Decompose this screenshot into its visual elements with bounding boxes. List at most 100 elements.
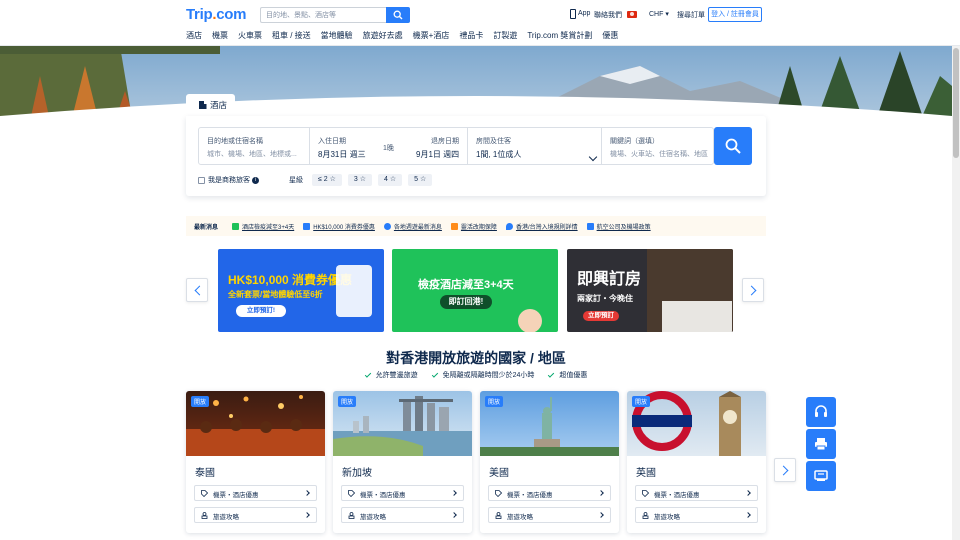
news-item[interactable]: 酒店檢疫減至3+4天 [232, 222, 294, 231]
banner-headline: HK$10,000 消費券優惠 [228, 273, 353, 287]
tab-car-rental[interactable]: 租車 / 接送 [342, 94, 415, 116]
destination-field[interactable]: 目的地或住宿名稱 城市、機場、地區、地標或... [199, 128, 309, 164]
nav-custom-trip[interactable]: 訂製遊 [493, 30, 517, 42]
tag-icon [201, 490, 208, 497]
destination-name: 新加坡 [342, 468, 372, 479]
tag-icon [495, 490, 502, 497]
news-item[interactable]: 航空公司及機場政策 [586, 222, 651, 231]
destination-card-uk[interactable]: 開放 英國 機票・酒店優惠 旅遊攻略 [627, 391, 766, 533]
banner-subline: 全新套票/當地體驗低至6折 [228, 290, 323, 299]
chevron-right-icon [451, 512, 457, 518]
news-item[interactable]: HK$10,000 消費券優惠 [303, 222, 375, 231]
banner-next-button[interactable] [742, 278, 764, 302]
tab-attractions[interactable]: 當地體驗 [415, 94, 481, 116]
tab-flights[interactable]: 機票 [235, 94, 284, 116]
nav-trains[interactable]: 火車票 [238, 30, 262, 42]
destination-card-singapore[interactable]: 開放 新加坡 機票・酒店優惠 旅遊攻略 [333, 391, 472, 533]
nav-flights[interactable]: 機票 [212, 30, 228, 42]
language-flag-icon[interactable] [627, 11, 637, 18]
chevron-right-icon [598, 490, 604, 496]
business-traveler-checkbox[interactable] [198, 176, 205, 184]
destination-label: 目的地或住宿名稱 [207, 138, 263, 145]
bed-image [662, 301, 732, 332]
feedback-button[interactable] [806, 461, 836, 491]
traveler-icon [495, 512, 502, 519]
perks-list: 允許雙邊旅遊 免隔離或隔離時間少於24小時 超值優惠 [0, 370, 952, 380]
rooms-guests-field[interactable]: 房間及住客 1間, 1位成人 [468, 128, 590, 164]
global-search-input[interactable] [260, 7, 386, 23]
currency-value: CHF [649, 11, 664, 18]
banner-prev-button[interactable] [186, 278, 208, 302]
rooms-value: 1間, 1位成人 [476, 150, 522, 159]
flight-hotel-deals-link[interactable]: 機票・酒店優惠 [194, 485, 317, 501]
orders-link[interactable]: 搜尋訂單 [677, 10, 705, 20]
plane-icon [247, 101, 257, 109]
nav-car-rental[interactable]: 租車 / 接送 [272, 30, 311, 42]
nav-rewards[interactable]: Trip.com 獎賞計劃 [527, 30, 592, 42]
nav-flight-hotel[interactable]: 機票+酒店 [413, 30, 450, 42]
open-badge: 開放 [191, 396, 210, 407]
checkin-label: 入住日期 [318, 138, 346, 145]
destination-card-thailand[interactable]: 開放 泰國 機票・酒店優惠 旅遊攻略 [186, 391, 325, 533]
scrollbar-thumb[interactable] [953, 48, 959, 158]
promo-banner-voucher[interactable]: HK$10,000 消費券優惠 全新套票/當地體驗低至6折 立即預訂! [218, 249, 384, 332]
star-filter-3[interactable]: 3 ☆ [347, 174, 373, 186]
phone-icon [570, 9, 576, 19]
customer-service-button[interactable] [806, 397, 836, 427]
date-field[interactable]: 入住日期 8月31日 週三 1晚 退房日期 9月1日 週四 [310, 128, 466, 164]
nav-hotels[interactable]: 酒店 [186, 30, 202, 42]
news-item[interactable]: 各地週遊最新消息 [383, 222, 442, 231]
app-link[interactable]: App [578, 10, 590, 17]
destination-card-usa[interactable]: 開放 美國 機票・酒店優惠 旅遊攻略 [480, 391, 619, 533]
print-button[interactable] [806, 429, 836, 459]
chevron-right-icon [598, 512, 604, 518]
travel-guide-link[interactable]: 旅遊攻略 [194, 507, 317, 523]
flight-hotel-deals-link[interactable]: 機票・酒店優惠 [488, 485, 611, 501]
location-pin-icon [505, 222, 513, 230]
chevron-right-icon [745, 512, 751, 518]
travel-guide-link[interactable]: 旅遊攻略 [635, 507, 758, 523]
section-title: 對香港開放旅遊的國家 / 地區 [386, 350, 566, 366]
chevron-right-icon [745, 490, 751, 496]
destinations-next-button[interactable] [774, 458, 796, 482]
global-search-button[interactable] [386, 7, 410, 23]
tab-flight-hotel[interactable]: 機票+酒店 [481, 94, 552, 116]
rooms-label: 房間及住客 [476, 138, 511, 145]
travel-guide-link[interactable]: 旅遊攻略 [488, 507, 611, 523]
travel-guide-link[interactable]: 旅遊攻略 [341, 507, 464, 523]
search-options: 我是商務旅客 i 星級 ≤ 2 ☆ 3 ☆ 4 ☆ 5 ☆ [198, 173, 438, 187]
login-button[interactable]: 登入 / 註冊會員 [708, 7, 762, 22]
tab-hotels[interactable]: 酒店 [186, 94, 236, 116]
news-item[interactable]: 香港/台灣入境規則詳情 [505, 222, 578, 231]
nav-deals[interactable]: 優惠 [602, 30, 618, 42]
news-bar: 最新消息 酒店檢疫減至3+4天 HK$10,000 消費券優惠 各地週遊最新消息… [186, 216, 766, 236]
chevron-down-icon[interactable] [588, 152, 598, 162]
nav-trip-ideas[interactable]: 旅遊好去處 [363, 30, 403, 42]
news-item[interactable]: 靈活改期保障 [450, 222, 497, 231]
traveler-illustration [518, 309, 542, 332]
promo-banner-staycation[interactable]: 即興訂房 兩家訂・今晚住 立即預訂 [567, 249, 733, 332]
chevron-left-icon [194, 285, 205, 296]
heart-icon [450, 222, 458, 230]
info-icon[interactable]: i [252, 176, 259, 184]
headset-icon [815, 405, 827, 417]
star-filter-4[interactable]: 4 ☆ [378, 174, 403, 186]
currency-select[interactable]: CHF ▾ [649, 10, 669, 18]
destination-name: 英國 [636, 468, 656, 479]
nav-attractions[interactable]: 當地體驗 [321, 30, 353, 42]
banner-headline: 即興訂房 [577, 271, 642, 288]
open-badge: 開放 [632, 396, 651, 407]
promo-banner-quarantine[interactable]: 檢疫酒店減至3+4天 即訂回港! [392, 249, 558, 332]
flight-hotel-deals-link[interactable]: 機票・酒店優惠 [341, 485, 464, 501]
tab-trains[interactable]: 火車票 [284, 94, 342, 116]
chevron-right-icon [304, 512, 310, 518]
contact-link[interactable]: 聯絡我們 [594, 10, 622, 20]
star-filter-5[interactable]: 5 ☆ [408, 174, 433, 186]
keyword-field[interactable]: 關鍵詞（選填） 機場、火車站、住宿名稱、地區 [602, 128, 714, 164]
page-scrollbar[interactable] [952, 46, 960, 540]
nav-gift-card[interactable]: 禮品卡 [459, 30, 483, 42]
flight-hotel-deals-link[interactable]: 機票・酒店優惠 [635, 485, 758, 501]
star-filter-2[interactable]: ≤ 2 ☆ [312, 174, 342, 186]
hotel-search-button[interactable] [714, 127, 752, 165]
trip-logo[interactable]: Trip.com [186, 6, 246, 23]
